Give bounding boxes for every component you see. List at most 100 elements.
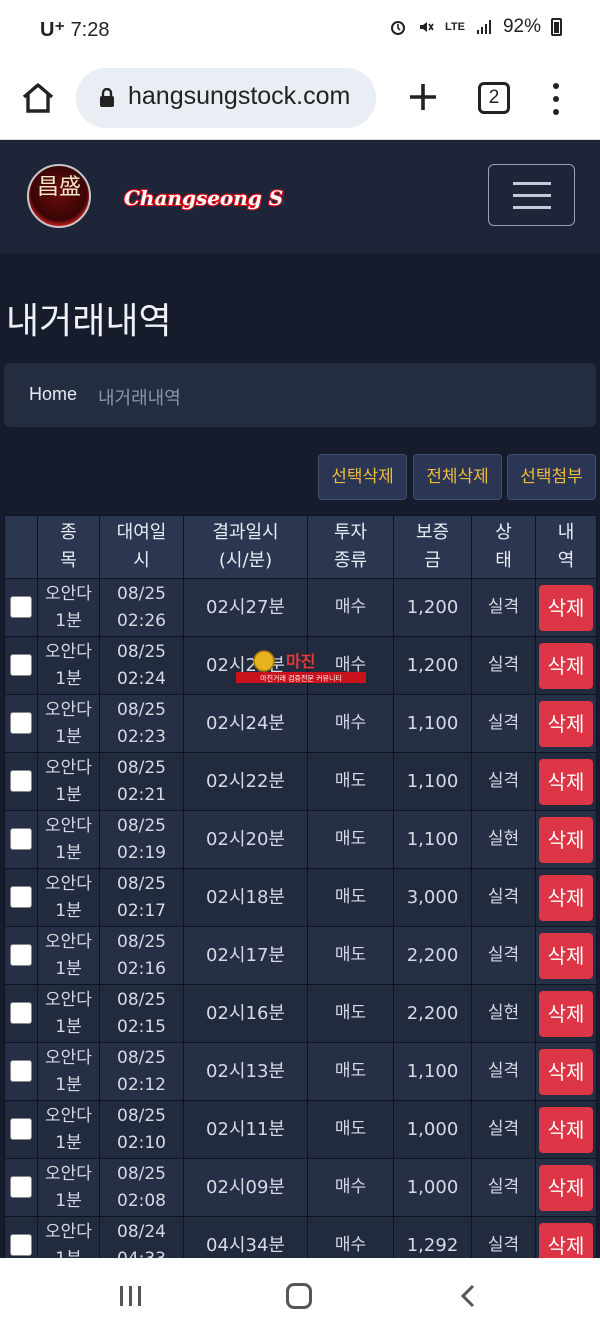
delete-button[interactable]: 삭제	[539, 642, 593, 689]
delete-all-button[interactable]: 전체삭제	[413, 454, 502, 500]
browser-toolbar: hangsungstock.com 2	[0, 60, 600, 140]
invest-type-cell: 매도	[307, 752, 394, 811]
item-cell: 오안다 1분	[37, 926, 100, 985]
result-time-cell: 02시17분	[183, 926, 308, 985]
invest-type-cell: 매도	[307, 1042, 394, 1101]
breadcrumb-home-link[interactable]: Home	[29, 384, 77, 405]
status-cell: 실격	[471, 1042, 536, 1101]
lock-icon	[100, 88, 114, 107]
lend-time-cell: 08/25 02:23	[99, 694, 184, 753]
row-action-cell: 삭제	[535, 694, 597, 753]
alarm-icon	[391, 21, 405, 35]
invest-type-cell: 매수	[307, 636, 394, 695]
invest-type-cell: 매도	[307, 1100, 394, 1159]
status-cell: 실격	[471, 752, 536, 811]
invest-type-cell: 매수	[307, 694, 394, 753]
lend-time-cell: 08/25 02:26	[99, 578, 184, 637]
result-time-cell: 02시22분	[183, 752, 308, 811]
status-cell: 실격	[471, 1100, 536, 1159]
site-logo[interactable]: 昌盛 Changseong Stock	[24, 163, 284, 229]
delete-button[interactable]: 삭제	[539, 932, 593, 979]
deposit-cell: 1,100	[393, 694, 472, 753]
new-tab-icon[interactable]	[406, 80, 440, 114]
nav-toggle-button[interactable]	[488, 164, 575, 226]
battery-percent: 92%	[502, 16, 541, 37]
row-checkbox[interactable]	[10, 1002, 32, 1024]
row-select-cell	[4, 752, 38, 811]
status-left: U⁺ 7:28	[40, 17, 110, 42]
select-attach-button[interactable]: 선택첨부	[507, 454, 596, 500]
lend-time-cell: 08/25 02:21	[99, 752, 184, 811]
row-checkbox[interactable]	[10, 944, 32, 966]
status-cell: 실격	[471, 1158, 536, 1217]
delete-button[interactable]: 삭제	[539, 584, 593, 631]
deposit-cell: 1,000	[393, 1158, 472, 1217]
table-row: 오안다 1분 08/25 02:10 02시11분 매도 1,000 실격 삭제	[4, 1100, 597, 1159]
row-action-cell: 삭제	[535, 578, 597, 637]
row-checkbox[interactable]	[10, 828, 32, 850]
row-checkbox[interactable]	[10, 770, 32, 792]
lend-time-cell: 08/25 02:19	[99, 810, 184, 869]
delete-button[interactable]: 삭제	[539, 874, 593, 921]
row-select-cell	[4, 1042, 38, 1101]
row-action-cell: 삭제	[535, 1042, 597, 1101]
row-action-cell: 삭제	[535, 1158, 597, 1217]
header-history: 내 역	[535, 515, 597, 579]
row-checkbox[interactable]	[10, 1060, 32, 1082]
carrier-label: U⁺	[40, 19, 65, 41]
row-action-cell: 삭제	[535, 1100, 597, 1159]
signal-icon	[476, 20, 491, 34]
delete-button[interactable]: 삭제	[539, 758, 593, 805]
select-delete-button[interactable]: 선택삭제	[318, 454, 407, 500]
url-text: hangsungstock.com	[128, 82, 351, 110]
row-checkbox[interactable]	[10, 886, 32, 908]
table-row: 오안다 1분 08/25 02:08 02시09분 매수 1,000 실격 삭제	[4, 1158, 597, 1217]
tab-switcher-button[interactable]: 2	[478, 82, 510, 114]
invest-type-cell: 매도	[307, 984, 394, 1043]
delete-button[interactable]: 삭제	[539, 1164, 593, 1211]
browser-menu-icon[interactable]	[546, 80, 566, 116]
lend-time-cell: 08/25 02:10	[99, 1100, 184, 1159]
back-icon[interactable]	[458, 1284, 478, 1308]
item-cell: 오안다 1분	[37, 868, 100, 927]
delete-button[interactable]: 삭제	[539, 990, 593, 1037]
result-time-cell: 02시20분	[183, 810, 308, 869]
status-bar: U⁺ 7:28 LTE 92%	[0, 0, 600, 60]
status-cell: 실현	[471, 984, 536, 1043]
deposit-cell: 1,200	[393, 636, 472, 695]
row-checkbox[interactable]	[10, 712, 32, 734]
row-checkbox[interactable]	[10, 1234, 32, 1256]
table-header-row: 종 목 대여일 시 결과일시 (시/분) 투자 종류 보증 금상 태내 역	[4, 515, 597, 579]
table-row: 오안다 1분 08/25 02:21 02시22분 매도 1,100 실격 삭제	[4, 752, 597, 811]
status-cell: 실격	[471, 636, 536, 695]
delete-button[interactable]: 삭제	[539, 816, 593, 863]
row-checkbox[interactable]	[10, 1176, 32, 1198]
item-cell: 오안다 1분	[37, 1042, 100, 1101]
row-action-cell: 삭제	[535, 926, 597, 985]
invest-type-cell: 매도	[307, 868, 394, 927]
deposit-cell: 3,000	[393, 868, 472, 927]
home-icon[interactable]	[20, 80, 56, 116]
row-checkbox[interactable]	[10, 654, 32, 676]
site-header: 昌盛 Changseong Stock	[0, 141, 600, 253]
clock: 7:28	[70, 19, 110, 41]
lend-time-cell: 08/25 02:16	[99, 926, 184, 985]
delete-button[interactable]: 삭제	[539, 1048, 593, 1095]
delete-button[interactable]: 삭제	[539, 1106, 593, 1153]
row-checkbox[interactable]	[10, 1118, 32, 1140]
lend-time-cell: 08/25 02:17	[99, 868, 184, 927]
header-deposit: 보증 금	[393, 515, 472, 579]
row-checkbox[interactable]	[10, 596, 32, 618]
row-select-cell	[4, 868, 38, 927]
delete-button[interactable]: 삭제	[539, 700, 593, 747]
deposit-cell: 2,200	[393, 926, 472, 985]
breadcrumb-current: 내거래내역	[98, 388, 181, 409]
lend-time-cell: 08/25 02:24	[99, 636, 184, 695]
item-cell: 오안다 1분	[37, 1100, 100, 1159]
address-bar[interactable]: hangsungstock.com	[76, 68, 376, 128]
item-cell: 오안다 1분	[37, 694, 100, 753]
system-nav-bar	[0, 1258, 600, 1333]
recent-apps-icon[interactable]	[118, 1285, 144, 1307]
table-row: 오안다 1분 08/25 02:24 02시25분 매수 1,200 실격 삭제	[4, 636, 597, 695]
home-nav-icon[interactable]	[286, 1283, 312, 1309]
